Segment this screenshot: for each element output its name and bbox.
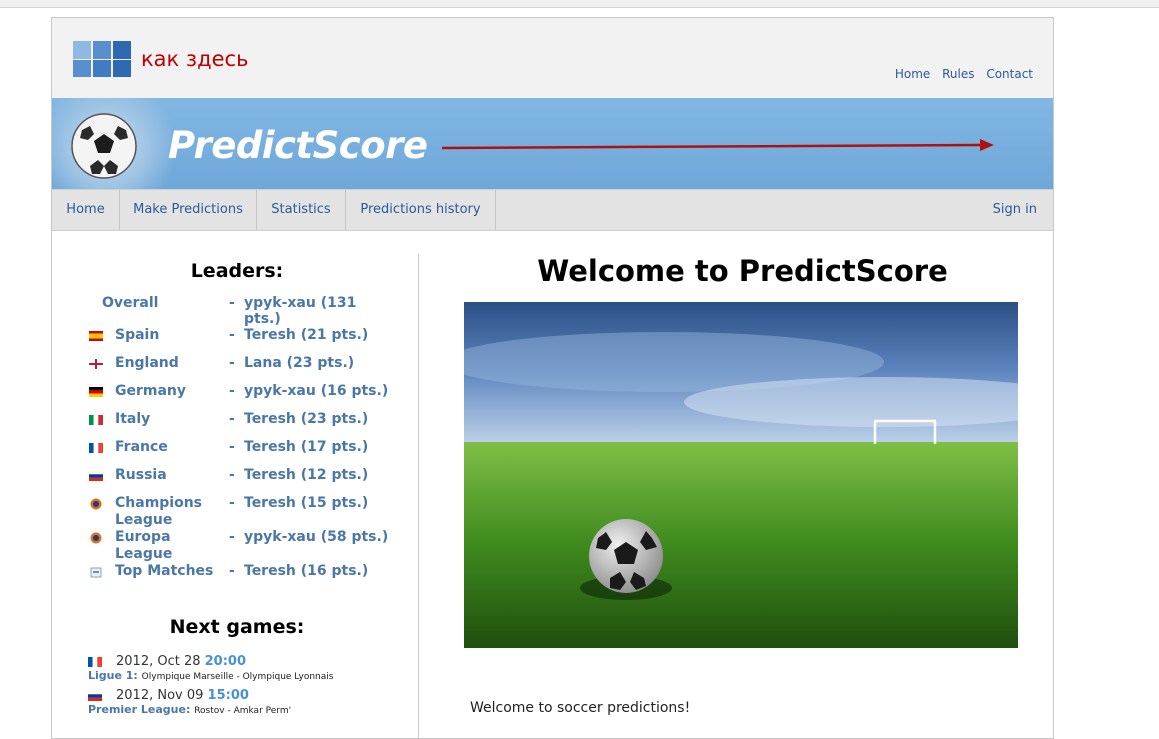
- uefa-icon: [90, 532, 102, 544]
- leaders-category[interactable]: France: [115, 439, 225, 456]
- logo-text: как здесь: [141, 47, 249, 71]
- top-link-home[interactable]: Home: [895, 67, 930, 81]
- dash: -: [229, 495, 235, 511]
- game-league: Premier League: Rostov - Amkar Perm': [88, 703, 291, 716]
- leaders-category[interactable]: Spain: [115, 327, 225, 344]
- leader-name[interactable]: Teresh (21 pts.): [244, 327, 394, 343]
- uefa-icon: [90, 498, 102, 510]
- soccer-field-image: [464, 302, 1018, 648]
- soccer-ball-icon: [71, 113, 137, 179]
- game-time: 20:00: [204, 654, 247, 669]
- game-date-text: 2012, Oct 28: [116, 654, 201, 669]
- leaders-category[interactable]: Italy: [115, 411, 225, 428]
- column-divider: [418, 254, 419, 738]
- dash: -: [229, 295, 235, 311]
- dash: -: [229, 383, 235, 399]
- dash: -: [229, 467, 235, 483]
- welcome-text: Welcome to soccer predictions!: [470, 700, 691, 716]
- leaders-category[interactable]: England: [115, 355, 225, 372]
- leaders-category[interactable]: Top Matches: [115, 563, 225, 580]
- next-games-title: Next games:: [169, 616, 305, 638]
- page-title: Welcome to PredictScore: [537, 254, 948, 288]
- leaders-category[interactable]: Champions League: [115, 495, 225, 529]
- leader-name[interactable]: Teresh (23 pts.): [244, 411, 394, 427]
- leaders-category[interactable]: Europa League: [115, 529, 225, 563]
- leaders-title: Leaders:: [190, 260, 284, 282]
- leaders-category[interactable]: Overall: [102, 295, 212, 312]
- russia-flag-icon: [89, 471, 103, 481]
- nav-item-make-predictions[interactable]: Make Predictions: [120, 190, 257, 230]
- nav-item-predictions-history[interactable]: Predictions history: [346, 190, 496, 230]
- nav-item-statistics[interactable]: Statistics: [257, 190, 346, 230]
- site-banner: PredictScore: [52, 98, 1053, 189]
- site-header: как здесь Home Rules Contact: [52, 18, 1053, 98]
- leaders-category[interactable]: Russia: [115, 467, 225, 484]
- spain-flag-icon: [89, 331, 103, 341]
- game-date: 2012, Oct 28 20:00: [116, 654, 246, 669]
- germany-flag-icon: [89, 387, 103, 397]
- brand-title: PredictScore: [168, 124, 428, 167]
- leaders-category[interactable]: Germany: [115, 383, 225, 400]
- russia-flag-icon: [88, 691, 102, 701]
- red-arrow-icon: [442, 139, 994, 151]
- page-container: как здесь Home Rules Contact PredictScor…: [51, 17, 1054, 739]
- browser-top-edge: [0, 0, 1159, 8]
- dash: -: [229, 439, 235, 455]
- france-flag-icon: [89, 443, 103, 453]
- leader-name[interactable]: Lana (23 pts.): [244, 355, 394, 371]
- nav-item-home[interactable]: Home: [52, 190, 120, 230]
- game-teams[interactable]: Rostov - Amkar Perm': [194, 706, 291, 716]
- top-links: Home Rules Contact: [887, 67, 1033, 81]
- dash: -: [229, 563, 235, 579]
- dash: -: [229, 411, 235, 427]
- main-nav: Home Make Predictions Statistics Predict…: [52, 189, 1053, 231]
- top-link-contact[interactable]: Contact: [986, 67, 1033, 81]
- leader-name[interactable]: Teresh (16 pts.): [244, 563, 394, 579]
- leader-name[interactable]: ypyk-xau (58 pts.): [244, 529, 394, 545]
- game-date-text: 2012, Nov 09: [116, 688, 204, 703]
- dash: -: [229, 529, 235, 545]
- sign-in-link[interactable]: Sign in: [993, 190, 1037, 230]
- leader-name[interactable]: Teresh (15 pts.): [244, 495, 394, 511]
- leader-name[interactable]: Teresh (17 pts.): [244, 439, 394, 455]
- game-date: 2012, Nov 09 15:00: [116, 688, 249, 703]
- leader-name[interactable]: ypyk-xau (16 pts.): [244, 383, 394, 399]
- game-time: 15:00: [207, 688, 249, 703]
- game-teams[interactable]: Olympique Marseille - Olympique Lyonnais: [142, 672, 334, 682]
- leader-name[interactable]: Teresh (12 pts.): [244, 467, 394, 483]
- france-flag-icon: [88, 657, 102, 667]
- dash: -: [229, 355, 235, 371]
- game-league-name[interactable]: Ligue 1:: [88, 669, 138, 682]
- leader-name[interactable]: ypyk-xau (131 pts.): [244, 295, 394, 327]
- game-league: Ligue 1: Olympique Marseille - Olympique…: [88, 669, 333, 682]
- game-league-name[interactable]: Premier League:: [88, 703, 190, 716]
- top-link-rules[interactable]: Rules: [942, 67, 974, 81]
- england-flag-icon: [89, 359, 103, 369]
- logo-grid-icon[interactable]: [73, 41, 131, 78]
- dash: -: [229, 327, 235, 343]
- italy-flag-icon: [89, 415, 103, 425]
- top-matches-icon: [90, 567, 102, 578]
